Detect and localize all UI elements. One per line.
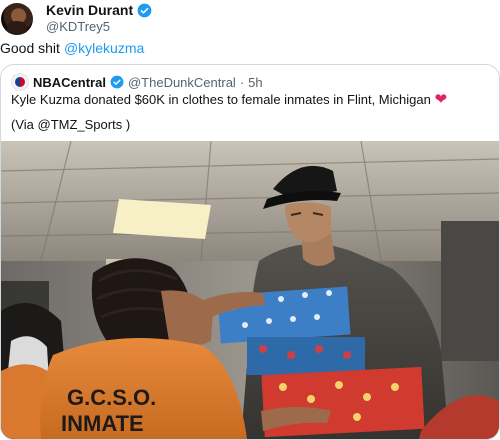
tweet-photo[interactable]: G.C.S.O. INMATE: [1, 141, 499, 439]
quoted-timestamp[interactable]: 5h: [248, 75, 262, 90]
tweet-body: Good shit: [0, 40, 60, 56]
quoted-body: Kyle Kuzma donated $60K in clothes to fe…: [11, 92, 431, 107]
quoted-author-name[interactable]: NBACentral: [33, 75, 106, 90]
tweet-text: Good shit @kylekuzma: [0, 40, 144, 56]
author-avatar[interactable]: [1, 3, 33, 35]
verified-badge-icon: [110, 75, 124, 89]
quoted-via: (Via @TMZ_Sports ): [11, 117, 131, 132]
quoted-text: Kyle Kuzma donated $60K in clothes to fe…: [11, 91, 481, 108]
author-name-row[interactable]: Kevin Durant: [46, 2, 152, 18]
tweet-header: Kevin Durant @KDTrey5: [0, 0, 500, 38]
separator-dot: ·: [239, 74, 245, 90]
heart-emoji-icon: ❤: [434, 91, 448, 108]
verified-badge-icon: [137, 3, 152, 17]
shirt-text-gcso: G.C.S.O.: [67, 385, 156, 410]
author-name[interactable]: Kevin Durant: [46, 2, 133, 18]
quoted-header: NBACentral @TheDunkCentral · 5h: [11, 73, 263, 91]
quoted-avatar[interactable]: [11, 73, 29, 91]
mention-link[interactable]: @kylekuzma: [64, 40, 144, 56]
quoted-author-handle[interactable]: @TheDunkCentral: [128, 75, 236, 90]
author-handle[interactable]: @KDTrey5: [46, 19, 110, 34]
quoted-tweet[interactable]: NBACentral @TheDunkCentral · 5h Kyle Kuz…: [0, 64, 500, 440]
shirt-text-inmate: INMATE: [61, 411, 144, 436]
